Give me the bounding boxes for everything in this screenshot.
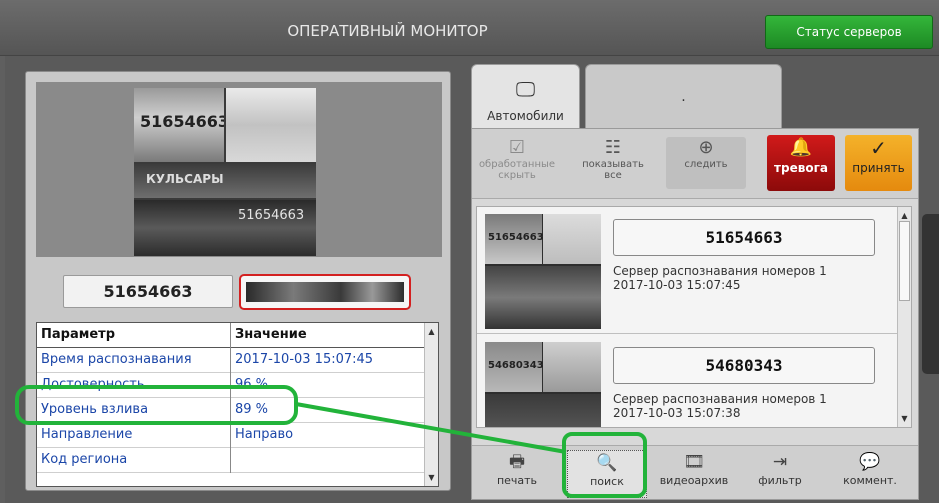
event-thumbnail: 54680343 — [485, 342, 601, 427]
follow-button[interactable]: ⊕ следить — [666, 137, 746, 189]
frame-plate-text: 51654663 — [140, 112, 224, 131]
actions-bar: 🖶 печать 🔍 поиск 🎞 видеоархив ⇥ фильтр 💬… — [472, 445, 918, 499]
side-panel-handle[interactable] — [922, 214, 939, 374]
check-icon: ✓ — [870, 136, 887, 160]
printer-icon: 🖶 — [508, 452, 526, 472]
events-panel: ☑ обработанные скрыть ☷ показывать все ⊕… — [471, 128, 919, 500]
events-list: 51654663 51654663 Сервер распознавания н… — [476, 206, 912, 428]
param-value: 2017-10-03 15:07:45 — [235, 352, 374, 367]
event-server-info: Сервер распознавания номеров 1 2017-10-0… — [613, 392, 827, 420]
highlight-search-button — [562, 432, 647, 498]
scroll-down-icon[interactable]: ▼ — [900, 412, 909, 425]
check-list-icon: ☑ — [508, 137, 526, 158]
frame-quadrant-top-right — [226, 88, 316, 162]
column-header-value: Значение — [235, 327, 307, 342]
film-icon: 🎞 — [683, 452, 705, 472]
thumbnail-plate-text: 51654663 — [488, 232, 544, 243]
table-header: Параметр Значение — [37, 323, 425, 348]
alarm-button[interactable]: 🔔 тревога — [767, 135, 835, 191]
recognized-number-field: 51654663 — [63, 275, 233, 308]
accept-button[interactable]: ✓ принять — [845, 135, 912, 191]
tab-other-label: . — [681, 89, 686, 105]
window-title: ОПЕРАТИВНЫЙ МОНИТОР — [287, 22, 488, 40]
scroll-up-icon[interactable]: ▲ — [427, 325, 436, 338]
frame-quadrant-middle: КУЛЬСАРЫ — [134, 164, 316, 198]
main-area: 51654663 КУЛЬСАРЫ 51654663 51654663 Пара… — [5, 56, 939, 503]
comment-button[interactable]: 💬 коммент. — [830, 450, 910, 498]
plate-image — [246, 282, 404, 302]
frame-station-text: КУЛЬСАРЫ — [146, 172, 224, 186]
tab-other[interactable]: . — [585, 64, 782, 129]
table-row[interactable]: Код региона — [37, 448, 425, 473]
frame-quadrant-top-left: 51654663 — [134, 88, 224, 162]
highlight-fill-level-row — [15, 385, 298, 425]
list-icon: ☷ — [604, 137, 622, 158]
list-item[interactable]: 54680343 54680343 Сервер распознавания н… — [477, 335, 897, 427]
table-row[interactable]: Время распознавания 2017-10-03 15:07:45 — [37, 348, 425, 373]
monitor-icon: 🖵 — [515, 77, 536, 101]
frame-quadrant-bottom: 51654663 — [134, 200, 316, 256]
event-thumbnail: 51654663 — [485, 214, 601, 329]
hide-processed-button[interactable]: ☑ обработанные скрыть — [474, 137, 560, 189]
comment-icon: 💬 — [859, 452, 881, 472]
scroll-thumb[interactable] — [899, 221, 910, 301]
filter-button[interactable]: ⇥ фильтр — [740, 450, 820, 498]
tab-cars-label: Автомобили — [487, 109, 564, 123]
list-item[interactable]: 51654663 51654663 Сервер распознавания н… — [477, 207, 897, 334]
video-archive-button[interactable]: 🎞 видеоархив — [654, 450, 734, 498]
server-status-button[interactable]: Статус серверов — [765, 15, 933, 49]
event-details-panel: 51654663 КУЛЬСАРЫ 51654663 51654663 Пара… — [25, 71, 451, 491]
param-value: Направо — [235, 427, 294, 442]
camera-frame[interactable]: 51654663 КУЛЬСАРЫ 51654663 — [134, 88, 316, 256]
title-bar: ОПЕРАТИВНЫЙ МОНИТОР Статус серверов — [0, 0, 939, 56]
plate-image-box[interactable] — [239, 274, 411, 310]
print-button[interactable]: 🖶 печать — [477, 450, 557, 498]
table-scrollbar[interactable]: ▲ ▼ — [424, 323, 438, 486]
event-number: 54680343 — [613, 347, 875, 384]
target-icon: ⊕ — [698, 137, 714, 158]
param-name: Код региона — [41, 452, 128, 467]
param-name: Направление — [41, 427, 133, 442]
event-number: 51654663 — [613, 219, 875, 256]
show-all-button[interactable]: ☷ показывать все — [574, 137, 652, 189]
param-name: Время распознавания — [41, 352, 192, 367]
frame-plate-text-bottom: 51654663 — [238, 208, 305, 223]
bell-icon: 🔔 — [789, 137, 813, 158]
events-scrollbar[interactable]: ▲ ▼ — [897, 207, 911, 427]
events-toolbar: ☑ обработанные скрыть ☷ показывать все ⊕… — [472, 129, 918, 199]
table-row[interactable]: Направление Направо — [37, 423, 425, 448]
thumbnail-plate-text: 54680343 — [488, 360, 544, 371]
filter-icon: ⇥ — [772, 452, 788, 472]
tab-cars[interactable]: 🖵 Автомобили — [471, 64, 580, 129]
scroll-down-icon[interactable]: ▼ — [427, 471, 436, 484]
column-header-parameter: Параметр — [41, 327, 116, 342]
event-server-info: Сервер распознавания номеров 1 2017-10-0… — [613, 264, 827, 292]
